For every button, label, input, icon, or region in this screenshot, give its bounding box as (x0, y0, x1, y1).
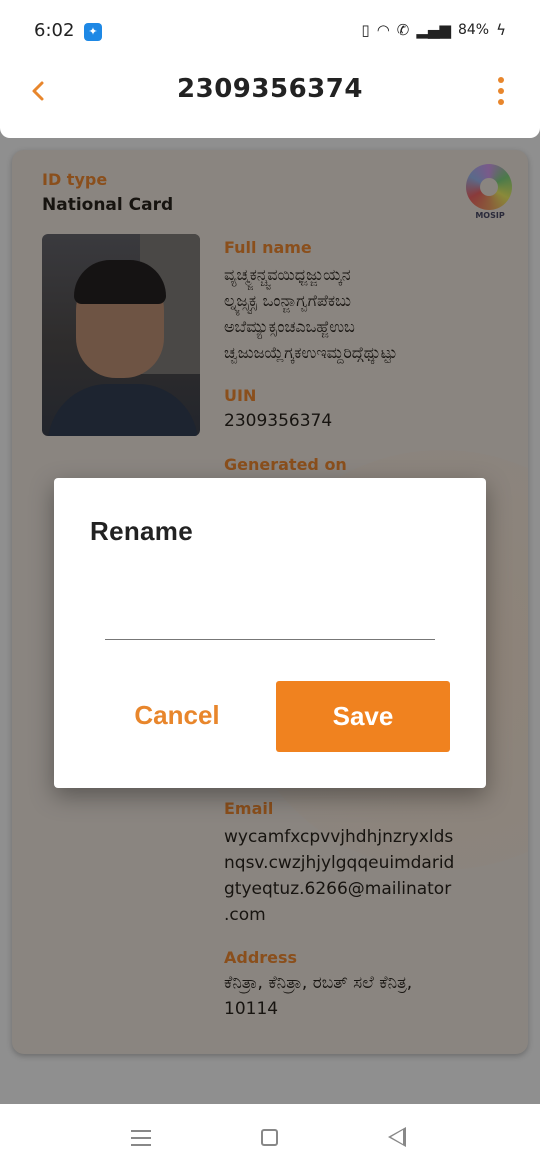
system-nav-bar (0, 1104, 540, 1170)
cancel-button[interactable]: Cancel (104, 684, 250, 746)
rename-dialog: Rename Cancel Save (54, 478, 486, 788)
back-triangle-icon[interactable] (388, 1127, 406, 1147)
dialog-title: Rename (90, 516, 193, 546)
recents-icon[interactable] (131, 1130, 151, 1146)
save-button[interactable]: Save (276, 681, 450, 752)
home-icon[interactable] (261, 1129, 278, 1146)
rename-input[interactable] (105, 596, 435, 640)
